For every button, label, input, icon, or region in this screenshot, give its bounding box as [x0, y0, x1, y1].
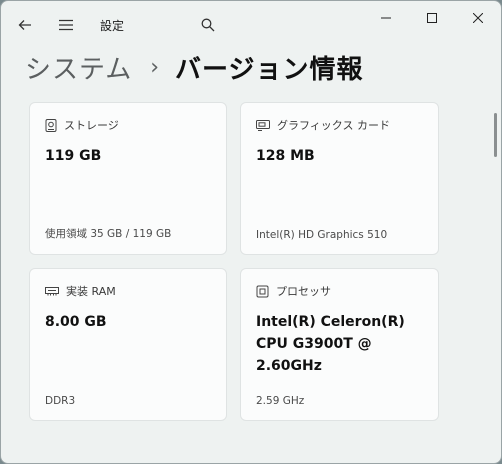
storage-icon — [45, 118, 57, 132]
storage-label: ストレージ — [64, 119, 119, 132]
search-button[interactable] — [196, 13, 220, 37]
processor-card: プロセッサ Intel(R) Celeron(R) CPU G3900T @ 2… — [240, 268, 439, 421]
storage-value: 119 GB — [45, 148, 102, 164]
graphics-card-card: グラフィックス カード 128 MB Intel(R) HD Graphics … — [240, 102, 439, 255]
minimize-button[interactable] — [363, 1, 409, 35]
processor-value-line: 2.60GHz — [256, 358, 322, 374]
breadcrumb: システム › バージョン情報 — [25, 47, 364, 87]
minimize-icon — [381, 17, 391, 19]
processor-value-line: Intel(R) Celeron(R) — [256, 314, 405, 330]
back-button[interactable] — [13, 13, 37, 37]
search-icon — [201, 18, 215, 32]
menu-button[interactable] — [54, 13, 78, 37]
breadcrumb-system-link[interactable]: システム — [25, 49, 132, 86]
back-arrow-icon — [18, 20, 31, 30]
settings-window: 設定 システム › バージョン情報 ストレージ 119 GB 使用領域 35 G… — [0, 0, 502, 464]
maximize-icon — [427, 13, 437, 23]
title-bar: 設定 — [1, 1, 501, 49]
graphics-card-value: 128 MB — [256, 148, 315, 164]
storage-card: ストレージ 119 GB 使用領域 35 GB / 119 GB — [29, 102, 227, 255]
maximize-button[interactable] — [409, 1, 455, 35]
processor-label: プロセッサ — [276, 285, 331, 298]
memory-icon — [45, 287, 59, 296]
graphics-card-icon — [256, 119, 270, 131]
processor-detail: 2.59 GHz — [256, 395, 305, 407]
processor-value-line: CPU G3900T @ — [256, 336, 372, 352]
app-title: 設定 — [100, 19, 125, 33]
memory-label: 実装 RAM — [66, 285, 116, 298]
graphics-card-header: グラフィックス カード — [256, 117, 390, 133]
page-title: バージョン情報 — [175, 54, 364, 85]
processor-value: Intel(R) Celeron(R) CPU G3900T @ 2.60GHz — [256, 311, 405, 377]
storage-card-header: ストレージ — [45, 117, 119, 133]
hamburger-menu-icon — [59, 19, 73, 31]
breadcrumb-separator: › — [150, 54, 160, 80]
close-icon — [473, 13, 483, 23]
processor-icon — [256, 285, 269, 297]
graphics-card-label: グラフィックス カード — [277, 119, 390, 132]
graphics-card-detail: Intel(R) HD Graphics 510 — [256, 229, 388, 241]
memory-value: 8.00 GB — [45, 314, 107, 330]
memory-card-header: 実装 RAM — [45, 283, 116, 299]
memory-detail: DDR3 — [45, 395, 76, 407]
vertical-scrollbar[interactable] — [494, 113, 497, 157]
storage-detail: 使用領域 35 GB / 119 GB — [45, 228, 172, 240]
close-button[interactable] — [455, 1, 501, 35]
memory-card: 実装 RAM 8.00 GB DDR3 — [29, 268, 227, 421]
processor-card-header: プロセッサ — [256, 283, 331, 299]
